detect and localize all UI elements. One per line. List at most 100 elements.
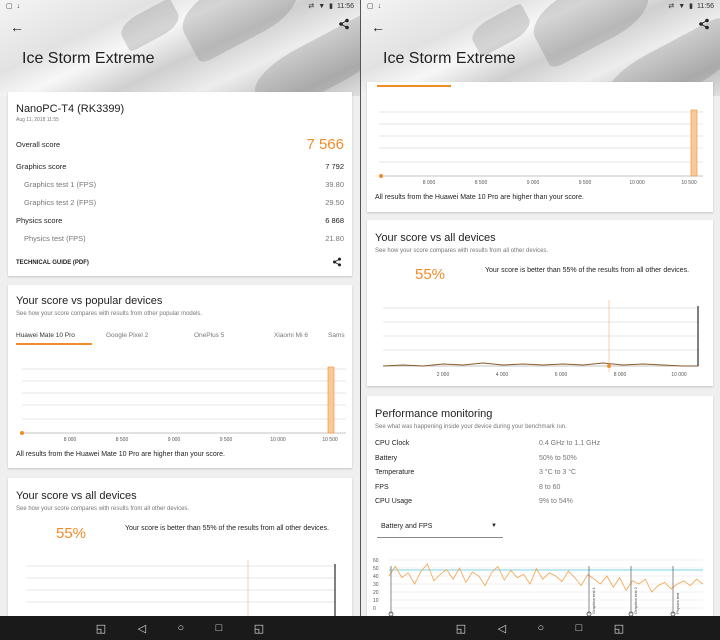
overall-score-value: 7 566 <box>306 136 344 153</box>
wifi-icon: ▼ <box>678 2 686 10</box>
performance-line-chart: 60 50 40 30 20 10 0 Graphics test 1 Graphics te… <box>373 558 704 616</box>
performance-card: Performance monitoring See what was happ… <box>367 396 713 616</box>
active-tab-indicator <box>377 85 451 87</box>
dropdown-arrow-icon: ▼ <box>491 523 497 529</box>
x-tick-label: 8 500 <box>475 180 488 186</box>
physics-score-row: Physics score 6 868 <box>16 216 344 225</box>
all-devices-subtitle: See how your score compares with results… <box>16 506 190 512</box>
x-tick-label: 9 000 <box>168 437 181 443</box>
home-icon[interactable]: ○ <box>178 622 185 634</box>
x-tick-label: 10 000 <box>270 437 286 443</box>
back-icon[interactable]: ◁ <box>138 622 146 635</box>
graphics-score-row: Graphics score 7 792 <box>16 162 344 171</box>
performance-stats: CPU Clock 0.4 GHz to 1.1 GHz Battery 50% to… <box>375 440 695 513</box>
screenshot-icon[interactable]: ◱ <box>96 622 106 635</box>
distribution-line <box>382 362 698 367</box>
chart-series-dropdown[interactable]: Battery and FPS ▼ <box>377 518 503 538</box>
performance-value: 9% to 54% <box>539 498 573 505</box>
popular-distribution-chart: 8 000 8 500 9 000 9 500 10 000 10 500 <box>20 366 346 443</box>
x-tick-label: 10 500 <box>322 437 338 443</box>
tab-samsung[interactable]: Sams <box>316 328 346 345</box>
score-card: NanoPC-T4 (RK3399) Aug 11, 2018 11:55 Ov… <box>8 92 352 276</box>
performance-label: FPS <box>375 483 389 491</box>
home-icon[interactable]: ○ <box>538 622 545 634</box>
run-date: Aug 11, 2018 11:55 <box>16 117 59 123</box>
android-navigation-bar: ◱ ◁ ○ □ ◱ ◱ ◁ ○ □ ◱ <box>0 616 720 640</box>
popular-note: All results from the Huawei Mate 10 Pro … <box>16 451 225 458</box>
x-tick-label: 10 500 <box>681 180 697 186</box>
share-icon[interactable] <box>332 257 342 267</box>
popular-distribution-chart: 8 000 8 500 9 000 9 500 10 000 10 500 <box>379 109 703 186</box>
tab-huawei-mate-10-pro[interactable]: Huawei Mate 10 Pro <box>16 328 92 345</box>
link-icon: ⇄ <box>308 3 315 10</box>
all-devices-card: Your score vs all devices See how your s… <box>8 478 352 616</box>
back-icon[interactable]: ◁ <box>498 622 506 635</box>
performance-subtitle: See what was happening inside your devic… <box>375 424 567 430</box>
all-devices-card: Your score vs all devices See how your s… <box>367 220 713 386</box>
share-icon[interactable] <box>338 18 350 30</box>
download-icon: ↓ <box>377 2 382 10</box>
all-devices-chart <box>26 560 336 616</box>
device-score-bar <box>327 366 335 434</box>
performance-row: FPS 8 to 60 <box>375 484 695 499</box>
x-tick-label: 9 500 <box>220 437 233 443</box>
wifi-icon: ▼ <box>318 2 326 10</box>
all-devices-chart: 2 000 4 000 6 000 8 000 10 000 <box>382 300 699 378</box>
recents-icon[interactable]: □ <box>576 622 583 634</box>
tab-google-pixel-2[interactable]: Google Pixel 2 <box>92 328 172 345</box>
tab-oneplus-5[interactable]: OnePlus 5 <box>172 328 252 345</box>
share-icon[interactable] <box>698 18 710 30</box>
y-tick-label: 50 <box>373 566 379 572</box>
notification-icon: ▢ <box>6 3 13 10</box>
link-icon: ⇄ <box>668 3 675 10</box>
your-score-marker <box>379 174 383 178</box>
hero-banner: ← Ice Storm Extreme <box>0 0 360 96</box>
performance-label: CPU Usage <box>375 498 412 505</box>
x-tick-label: 6 000 <box>555 372 568 378</box>
x-tick-label: 10 000 <box>629 180 645 186</box>
x-tick-label: 9 500 <box>579 180 592 186</box>
status-time: 11:56 <box>697 2 714 10</box>
performance-label: Battery <box>375 454 398 462</box>
notification-icon: ▢ <box>367 3 374 10</box>
volume-icon[interactable]: ◱ <box>254 622 264 635</box>
x-tick-label: 9 000 <box>527 180 540 186</box>
device-tabs: Huawei Mate 10 Pro Google Pixel 2 OnePlu… <box>16 328 352 345</box>
performance-value: 8 to 60 <box>539 483 561 491</box>
recents-icon[interactable]: □ <box>216 622 223 634</box>
performance-row: CPU Clock 0.4 GHz to 1.1 GHz <box>375 440 695 455</box>
battery-icon: ▮ <box>689 3 693 10</box>
page-title: Ice Storm Extreme <box>383 50 516 67</box>
popular-devices-card-scrolled: 8 000 8 500 9 000 9 500 10 000 10 500 All res… <box>367 82 713 212</box>
performance-value: 3 °C to 3 °C <box>539 469 577 476</box>
page-title: Ice Storm Extreme <box>22 50 155 67</box>
y-tick-label: 20 <box>373 590 379 596</box>
status-bar: ▢ ↓ ⇄ ▼ ▮ 11:56 <box>361 0 720 12</box>
device-name: NanoPC-T4 (RK3399) <box>16 103 125 115</box>
back-arrow-icon[interactable]: ← <box>371 19 385 35</box>
performance-label: CPU Clock <box>375 440 410 447</box>
percentile-text: Your score is better than 55% of the res… <box>485 267 690 274</box>
performance-row: Battery 50% to 50% <box>375 455 695 470</box>
your-score-marker <box>20 431 24 435</box>
performance-title: Performance monitoring <box>375 408 493 420</box>
status-bar: ▢ ↓ ⇄ ▼ ▮ 11:56 <box>0 0 360 12</box>
all-devices-title: Your score vs all devices <box>16 490 137 502</box>
x-tick-labels: 8 000 8 500 9 000 9 500 10 000 10 500 <box>423 180 697 186</box>
y-tick-label: 30 <box>373 582 379 588</box>
all-devices-title: Your score vs all devices <box>375 232 496 244</box>
left-screen: ← Ice Storm Extreme ▢ ↓ ⇄ ▼ ▮ 11:56 NanoPC-T… <box>0 0 360 616</box>
x-tick-label: 10 000 <box>671 372 687 378</box>
screenshot-icon[interactable]: ◱ <box>456 622 466 635</box>
download-icon: ↓ <box>16 2 21 10</box>
tab-xiaomi-mi-6[interactable]: Xiaomi Mi 6 <box>252 328 316 345</box>
volume-icon[interactable]: ◱ <box>614 622 624 635</box>
technical-guide-link[interactable]: TECHNICAL GUIDE (PDF) <box>16 260 89 266</box>
phase-marker-label: Physics test <box>675 592 680 614</box>
y-tick-label: 60 <box>373 558 379 564</box>
back-arrow-icon[interactable]: ← <box>10 19 24 35</box>
your-score-marker <box>607 364 611 368</box>
physics-test-row: Physics test (FPS) 21.80 <box>24 234 344 243</box>
device-score-bar <box>690 109 698 177</box>
graphics-test1-row: Graphics test 1 (FPS) 39.80 <box>24 180 344 189</box>
